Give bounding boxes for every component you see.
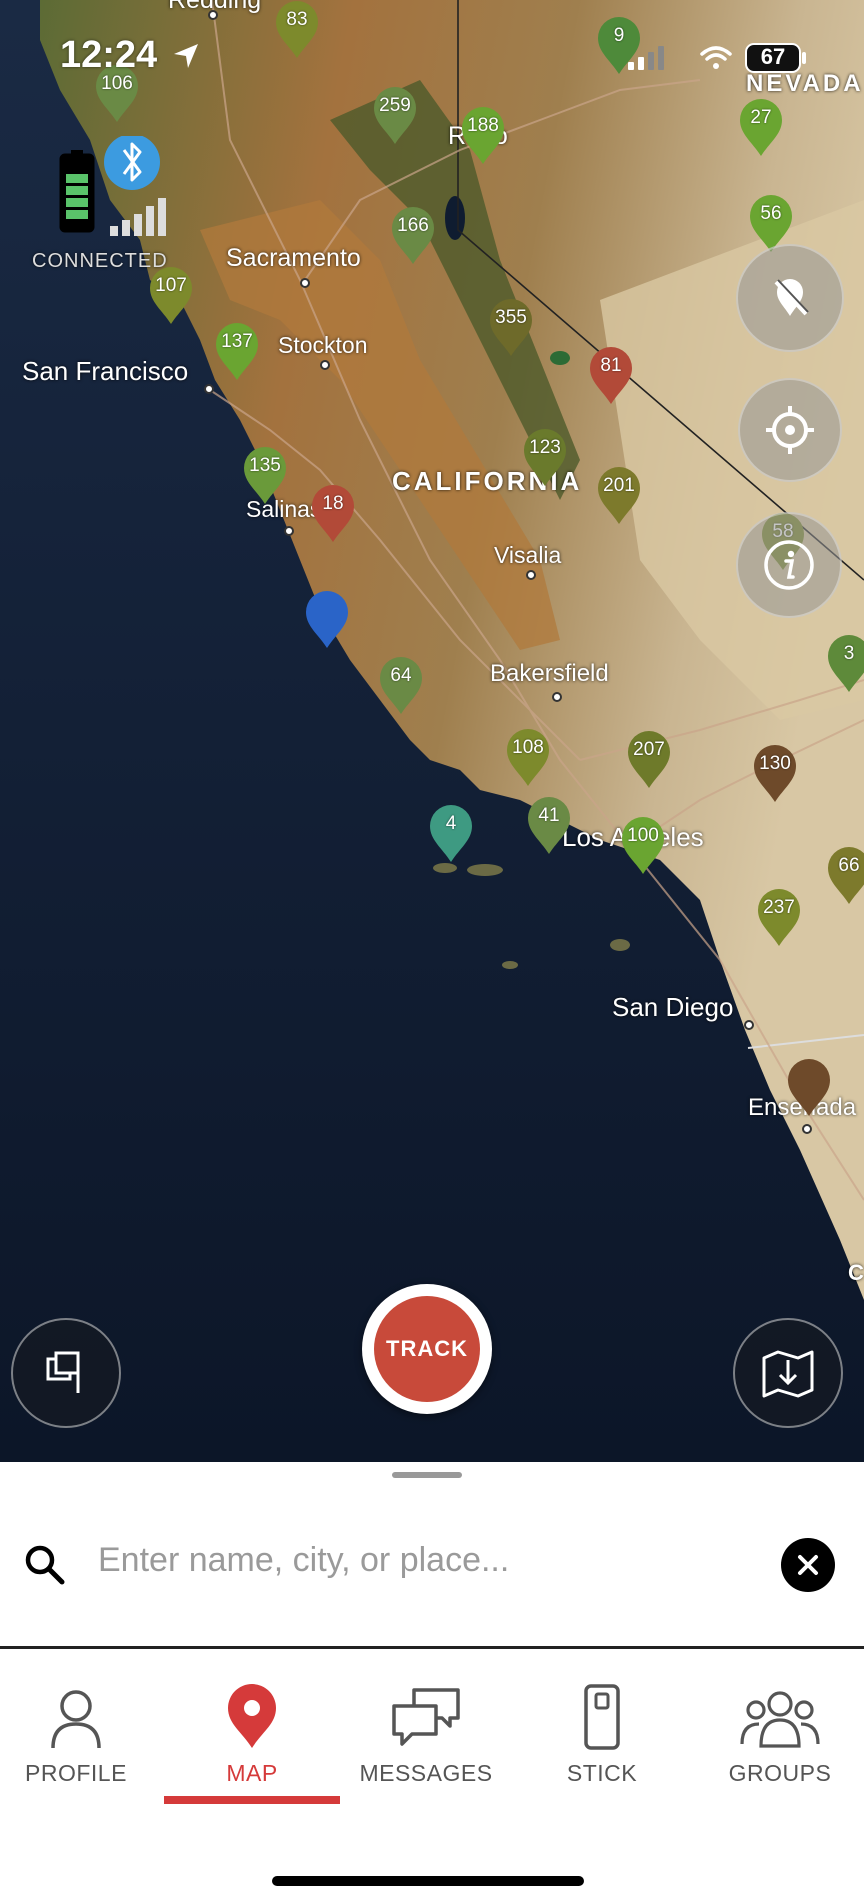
center-location-button[interactable]: [738, 378, 842, 482]
map-pin-icon: [228, 1684, 276, 1748]
bottom-tab-bar: PROFILE MAP MESSAGES STICK GROUPS: [0, 1650, 864, 1894]
tab-map[interactable]: MAP: [172, 1680, 332, 1800]
map-marker[interactable]: 18: [310, 484, 356, 544]
close-icon: [798, 1555, 818, 1575]
map-label-san-diego: San Diego: [612, 992, 734, 1022]
home-indicator[interactable]: [272, 1876, 584, 1886]
device-icon: [584, 1684, 620, 1750]
crosshair-icon: [766, 406, 814, 454]
map-view[interactable]: Redding NEVADA Sacramento Reno Stockton …: [0, 0, 864, 1462]
waypoint-flag-button[interactable]: [11, 1318, 121, 1428]
city-dot: [204, 384, 214, 394]
tab-label: STICK: [566, 1760, 638, 1786]
map-download-icon: [762, 1350, 814, 1398]
map-marker[interactable]: 27: [738, 98, 784, 158]
map-marker[interactable]: 137: [214, 322, 260, 382]
map-marker[interactable]: 259: [372, 86, 418, 146]
tab-label: MAP: [226, 1760, 278, 1786]
city-dot: [526, 570, 536, 580]
map-label-san-francisco: San Francisco: [22, 356, 189, 386]
map-marker[interactable]: 207: [626, 730, 672, 790]
offline-maps-button[interactable]: [733, 1318, 843, 1428]
bluetooth-icon: [104, 134, 160, 190]
clear-search-button[interactable]: [781, 1538, 835, 1592]
map-marker[interactable]: 201: [596, 466, 642, 526]
wifi-icon: [700, 46, 732, 61]
map-marker[interactable]: 130: [752, 744, 798, 804]
groups-icon: [740, 1691, 820, 1748]
track-button-label: TRACK: [374, 1296, 480, 1402]
device-battery-icon: [59, 150, 95, 233]
marker-off-icon: [774, 279, 809, 316]
tab-label: MESSAGES: [359, 1760, 493, 1786]
map-marker[interactable]: 237: [756, 888, 802, 948]
tab-label: GROUPS: [728, 1760, 832, 1786]
city-dot: [552, 692, 562, 702]
map-marker[interactable]: 123: [522, 428, 568, 488]
search-sheet: [0, 1462, 864, 1649]
map-label-c: C: [848, 1260, 864, 1285]
hide-markers-button[interactable]: [736, 244, 844, 352]
map-marker[interactable]: [786, 1058, 832, 1118]
map-label-stockton: Stockton: [278, 332, 368, 358]
sheet-grabber[interactable]: [392, 1472, 462, 1478]
profile-icon: [51, 1690, 101, 1749]
city-dot: [208, 10, 218, 20]
search-input[interactable]: [98, 1532, 758, 1588]
cellular-signal-icon: [628, 46, 664, 70]
battery-percent: 67: [760, 44, 786, 69]
city-dot: [744, 1020, 754, 1030]
map-marker[interactable]: 355: [488, 298, 534, 358]
map-marker[interactable]: 108: [505, 728, 551, 788]
map-marker[interactable]: 4: [428, 804, 474, 864]
tab-label: PROFILE: [25, 1760, 127, 1786]
device-connection-status: CONNECTED: [32, 250, 168, 272]
map-label-visalia: Visalia: [494, 542, 562, 568]
tab-messages[interactable]: MESSAGES: [346, 1680, 506, 1800]
status-bar-icons: 67: [620, 40, 830, 76]
map-label-bakersfield: Bakersfield: [490, 660, 609, 687]
map-info-button[interactable]: [736, 512, 842, 618]
track-button[interactable]: TRACK: [362, 1284, 492, 1414]
map-marker[interactable]: 166: [390, 206, 436, 266]
info-icon: [764, 540, 814, 590]
tab-profile[interactable]: PROFILE: [0, 1680, 156, 1800]
city-dot: [320, 360, 330, 370]
messages-icon: [392, 1688, 460, 1746]
map-marker[interactable]: 3: [826, 634, 864, 694]
city-dot: [284, 526, 294, 536]
map-label-sacramento: Sacramento: [226, 244, 361, 272]
flag-icon: [46, 1351, 80, 1393]
device-signal-icon: [110, 198, 166, 236]
status-bar-time: 12:24: [60, 34, 158, 76]
city-dot: [802, 1124, 812, 1134]
city-dot: [300, 278, 310, 288]
divider: [0, 1646, 864, 1649]
map-marker[interactable]: 64: [378, 656, 424, 716]
tab-stick[interactable]: STICK: [522, 1680, 682, 1800]
location-services-icon: [174, 44, 198, 68]
map-marker[interactable]: 66: [826, 846, 864, 906]
active-tab-indicator: [164, 1796, 340, 1804]
map-marker[interactable]: 81: [588, 346, 634, 406]
current-location-marker[interactable]: [304, 590, 350, 650]
map-marker[interactable]: 135: [242, 446, 288, 506]
map-marker[interactable]: 100: [620, 816, 666, 876]
map-marker[interactable]: 41: [526, 796, 572, 856]
map-marker[interactable]: 188: [460, 106, 506, 166]
map-marker[interactable]: 83: [274, 0, 320, 60]
tab-groups[interactable]: GROUPS: [700, 1680, 860, 1800]
search-icon: [25, 1545, 65, 1585]
